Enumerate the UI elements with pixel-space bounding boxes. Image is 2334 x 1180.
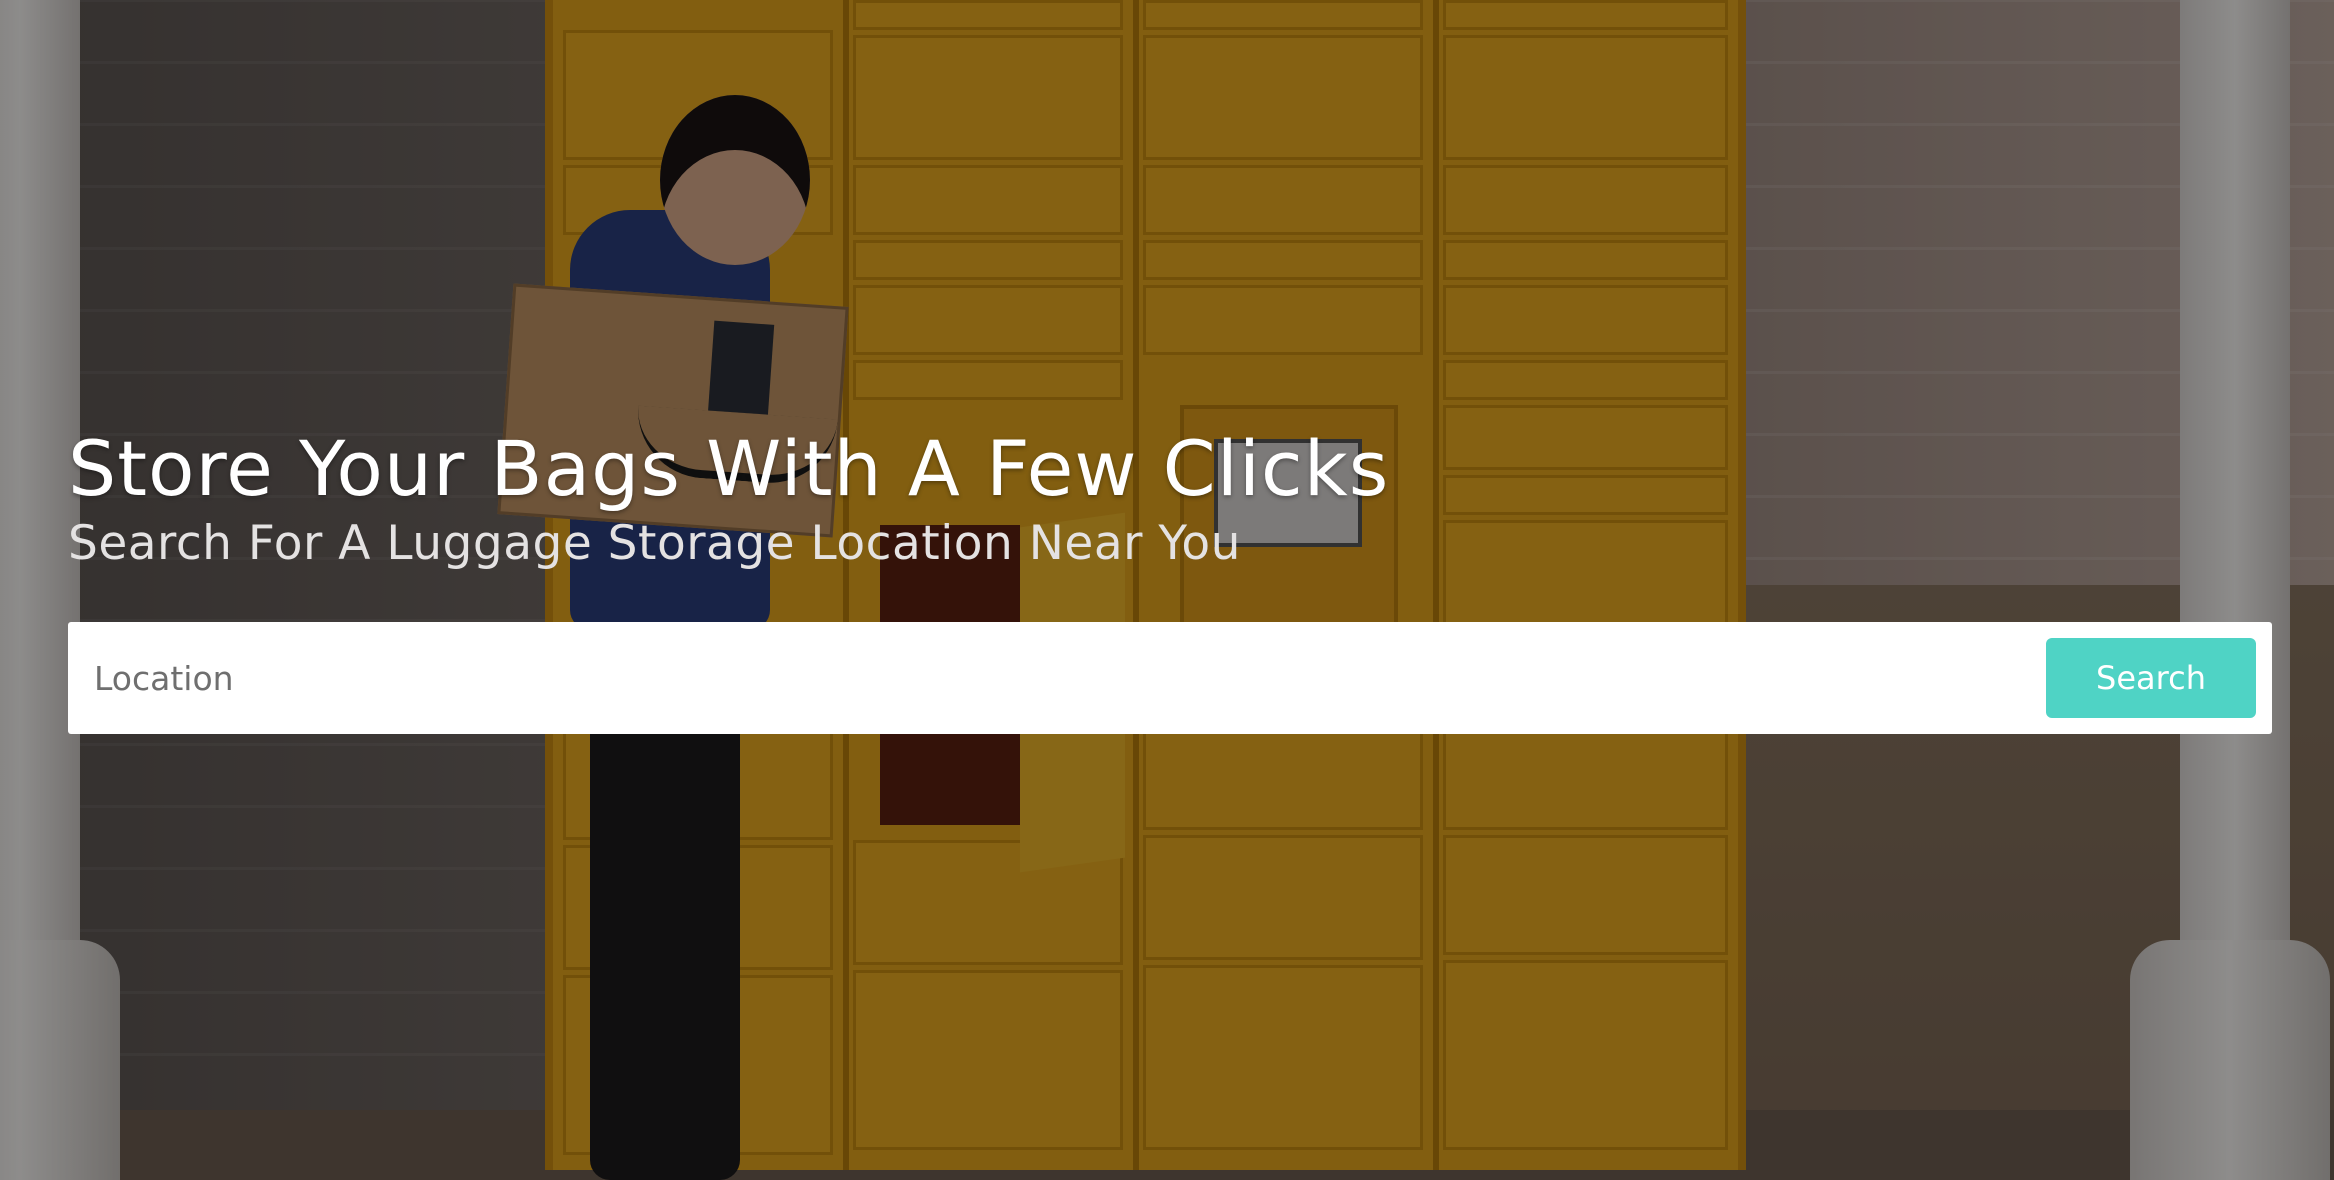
hero-dark-overlay: [0, 0, 2334, 1180]
location-search-input[interactable]: [68, 622, 2078, 734]
location-search-form: Search: [68, 622, 2272, 734]
hero-section: Store Your Bags With A Few Clicks Search…: [0, 0, 2334, 1180]
search-button[interactable]: Search: [2046, 638, 2256, 718]
hero-headline: Store Your Bags With A Few Clicks: [68, 424, 1390, 513]
hero-subheadline: Search For A Luggage Storage Location Ne…: [68, 516, 1241, 571]
hero-content: Store Your Bags With A Few Clicks Search…: [68, 420, 2272, 734]
